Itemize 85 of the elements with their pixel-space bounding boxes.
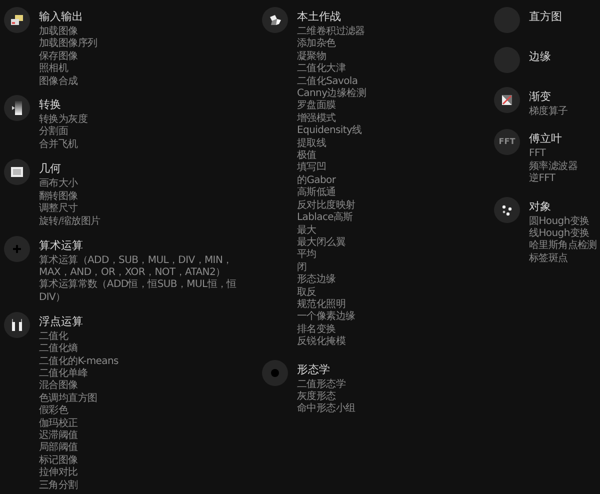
menu-link[interactable]: 假彩色 [39, 405, 118, 418]
menu-link[interactable]: 二值化单峰 [39, 368, 118, 380]
menu-link[interactable]: 翻转图像 [39, 190, 100, 204]
menu-link[interactable]: 圆Hough变换 [529, 216, 597, 228]
menu-link[interactable]: Lablace高斯 [297, 212, 366, 224]
menu-link[interactable]: 分割面 [39, 126, 88, 139]
section-title: 浮点运算 [39, 314, 84, 329]
cube-icon [262, 7, 288, 33]
menu-link[interactable]: 形态边缘 [297, 274, 366, 287]
section-title: 算术运算 [39, 238, 84, 253]
menu-link[interactable]: 旋转/缩放图片 [39, 216, 100, 228]
menu-link[interactable]: 极值 [297, 150, 366, 162]
menu-link[interactable]: 算术运算常数（ADD恒，恒SUB，MUL恒，恒DIV） [39, 279, 260, 304]
menu-link[interactable]: 规范化照明 [297, 298, 366, 312]
menu-link[interactable]: 的Gabor [297, 174, 366, 188]
menu-link[interactable]: 反锐化掩模 [297, 336, 366, 349]
menu-link[interactable]: Equidensity线 [297, 125, 366, 138]
section-title: 渐变 [529, 90, 552, 104]
menu-link[interactable]: 增强模式 [297, 112, 366, 126]
section-title: 本土作战 [297, 10, 342, 24]
menu-link[interactable]: 加载图像序列 [39, 38, 98, 51]
menu-link[interactable]: 反对比度映射 [297, 200, 366, 212]
fft-icon: FFT [494, 129, 520, 156]
menu-link[interactable]: 二值化大津 [297, 63, 366, 76]
menu-link[interactable]: 三角分割 [39, 480, 118, 492]
menu-link[interactable]: 二值形态学 [297, 378, 356, 391]
menu-link[interactable]: 二维卷积过滤器 [297, 26, 366, 38]
section-title: 几何 [39, 162, 62, 176]
menu-link[interactable]: 频率滤波器 [529, 160, 578, 174]
menu-link[interactable]: 二值化Savola [297, 76, 366, 88]
plus-icon [4, 236, 30, 262]
menu-link[interactable]: 伽玛校正 [39, 418, 118, 430]
menu-link[interactable]: 填写凹 [297, 162, 366, 175]
menu-link[interactable]: 命中形态小组 [297, 403, 356, 416]
section-title: 直方图 [529, 10, 562, 24]
menu-link[interactable]: 梯度算子 [529, 106, 568, 118]
menu-link[interactable]: 迟滞阈值 [39, 430, 118, 442]
menu-link[interactable]: 算术运算（ADD，SUB，MUL，DIV，MIN，MAX，AND，OR，XOR，NOT，ATAN2） [39, 254, 260, 280]
menu-link[interactable]: 灰度形态 [297, 390, 356, 404]
menu-link[interactable]: 合并飞机 [39, 138, 88, 152]
menu-link[interactable]: FFT [529, 148, 578, 161]
section-title: 边缘 [529, 50, 551, 64]
menu-link[interactable]: 色调均直方图 [39, 392, 118, 406]
menu-link[interactable]: 标签斑点 [529, 252, 597, 266]
gradient-bar-icon [4, 94, 30, 121]
menu-link[interactable]: 画布大小 [39, 178, 100, 191]
menu-link[interactable]: 局部阈值 [39, 442, 118, 455]
menu-link[interactable]: 闭 [297, 262, 366, 274]
menu-link[interactable]: 线Hough变换 [529, 228, 597, 240]
menu-link[interactable]: 二值化 [39, 330, 118, 344]
menu-link[interactable]: 一个像素边缘 [297, 311, 366, 324]
menu-link[interactable]: 照相机 [39, 63, 98, 76]
section-title: 形态学 [297, 362, 331, 377]
section-title: 转换 [39, 98, 62, 112]
section-title: 输入输出 [39, 10, 84, 24]
menu-link[interactable]: 添加杂色 [297, 38, 366, 51]
menu-link[interactable]: 高斯低通 [297, 187, 366, 200]
menu-link[interactable]: 提取线 [297, 138, 366, 150]
menu-link[interactable]: 罗盘面膜 [297, 100, 366, 113]
menu-link[interactable]: 凝聚物 [297, 50, 366, 64]
menu-link[interactable]: 排名变换 [297, 324, 366, 336]
bars-icon [4, 312, 30, 338]
menu-link[interactable]: 拉伸对比 [39, 467, 118, 480]
square-icon [4, 159, 30, 186]
menu-link[interactable]: 标记图像 [39, 454, 118, 468]
menu-link[interactable]: 哈里斯角点检测 [529, 240, 597, 253]
menu-link[interactable]: 逆FFT [529, 173, 578, 186]
menu-link[interactable]: 加载图像 [39, 26, 98, 38]
menu-link[interactable]: 图像合成 [39, 76, 98, 88]
section-title: 对象 [529, 200, 552, 214]
menu-link[interactable]: 最大 [297, 224, 366, 237]
menu-link[interactable]: 调整尺寸 [39, 203, 100, 216]
menu-link[interactable]: 转换为灰度 [39, 114, 88, 126]
menu-link[interactable]: Canny边缘检测 [297, 88, 366, 100]
section-title: 傅立叶 [529, 132, 563, 146]
dots-icon [494, 196, 520, 223]
menu-link[interactable]: 取反 [297, 286, 366, 299]
menu-link[interactable]: 保存图像 [39, 50, 98, 64]
menu-link[interactable]: 平均 [297, 249, 366, 262]
menu-link[interactable]: 二值化熵 [39, 343, 118, 356]
triangle-gradient-icon [494, 87, 520, 113]
menu-link[interactable]: 最大闭么翼 [297, 236, 366, 250]
menu-link[interactable]: 混合图像 [39, 380, 118, 393]
menu-link[interactable]: 二值化的K-means [39, 356, 118, 368]
image-stack-icon [4, 7, 30, 33]
